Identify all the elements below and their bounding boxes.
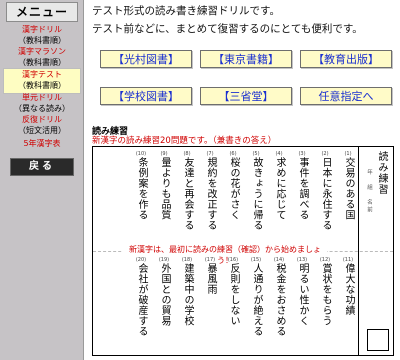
menu-item-label: 反復ドリル	[22, 115, 62, 124]
menu-item-kanji-test[interactable]: 漢字テスト （教科書順）	[3, 68, 81, 94]
menu-item-sublabel: （短文活用）	[18, 126, 66, 135]
question-item: (7) 規約を改正する	[203, 151, 217, 231]
question-text: 規約を改正する	[205, 157, 216, 231]
question-item: (6) 桜の花がさく	[226, 151, 240, 220]
question-item: (8) 友達と再会する	[180, 151, 194, 231]
question-item: (18) 建築中の学校	[180, 257, 194, 326]
question-item: (11) 偉大な功績	[341, 257, 355, 316]
question-item: (20) 会社が破産する	[134, 257, 148, 337]
menu-item-label: 漢字テスト	[22, 70, 62, 79]
question-text: 量よりも品質	[159, 157, 170, 220]
question-text: 暴風雨	[205, 263, 216, 295]
question-text: 偉大な功績	[343, 263, 354, 316]
question-text: 桜の花がさく	[228, 157, 239, 220]
score-box	[367, 329, 389, 351]
question-text: 交易のある国	[343, 157, 354, 220]
publisher-gakko-tosho-button[interactable]: 【学校図書】	[100, 87, 192, 105]
worksheet-title: 読み練習	[376, 151, 387, 195]
question-item: (10) 条例案を作る	[134, 151, 148, 220]
question-item: (2) 日本に永住する	[318, 151, 332, 231]
question-item: (1) 交易のある国	[341, 151, 355, 220]
section-subtitle: 新漢字の読み練習20問題です。（兼書きの答え）	[92, 136, 277, 146]
question-text: 賞状をもらう	[320, 263, 331, 326]
question-item: (17) 暴風雨	[203, 257, 217, 295]
question-text: 故きょうに帰る	[251, 157, 262, 231]
menu-item-sublabel: （教科書順）	[18, 58, 66, 67]
menu-item-label: 単元ドリル	[22, 93, 62, 102]
question-text: 求めに応じて	[274, 157, 285, 220]
intro-line-1: テスト形式の読み書き練習ドリルです。	[92, 5, 280, 17]
question-text: 外国との貿易	[159, 263, 170, 326]
question-text: 反則をしない	[228, 263, 239, 326]
question-item: (3) 事件を調べる	[295, 151, 309, 220]
question-text: 日本に永住する	[320, 157, 331, 231]
publisher-kyoiku-shuppan-button[interactable]: 【教育出版】	[300, 50, 392, 68]
question-item: (12) 賞状をもらう	[318, 257, 332, 326]
menu-item-sublabel: （教科書順）	[18, 81, 66, 90]
worksheet-preview[interactable]: 読み練習 年 組 名前 (1) 交易のある国 (2) 日本に永住する (3) 事件を調…	[92, 146, 394, 356]
menu-item-grade5-kanji-table[interactable]: 5年漢字表	[3, 138, 81, 152]
question-text: 建築中の学校	[182, 263, 193, 326]
question-item: (16) 反則をしない	[226, 257, 240, 326]
menu-item-sublabel: （異なる読み）	[14, 104, 70, 113]
worksheet-name-field: 年 組 名前	[366, 169, 372, 214]
intro-line-2: テスト前などに、まとめて復習するのにとても便利です。	[92, 23, 363, 35]
menu-item-repeat-drill[interactable]: 反復ドリル （短文活用）	[3, 114, 81, 140]
question-text: 税金をおさめる	[274, 263, 285, 337]
question-text: 人通りが絶える	[251, 263, 262, 337]
menu-item-label: 漢字ドリル	[22, 25, 62, 34]
question-item: (4) 求めに応じて	[272, 151, 286, 220]
question-text: 友達と再会する	[182, 157, 193, 231]
question-text: 条例案を作る	[136, 157, 147, 220]
question-item: (13) 明るい性かく	[295, 257, 309, 326]
publisher-mitsumura-button[interactable]: 【光村図書】	[100, 50, 192, 68]
question-item: (5) 故きょうに帰る	[249, 151, 263, 231]
back-button[interactable]: 戻る	[10, 158, 74, 176]
menu-title: メニュー	[6, 2, 78, 22]
question-text: 事件を調べる	[297, 157, 308, 220]
publisher-sanseido-button[interactable]: 【三省堂】	[200, 87, 292, 105]
menu-item-label: 5年漢字表	[23, 139, 61, 148]
question-item: (14) 税金をおさめる	[272, 257, 286, 337]
menu-item-sublabel: （教科書順）	[18, 36, 66, 45]
menu-item-label: 漢字マラソン	[18, 47, 66, 56]
sidebar-menu: メニュー 漢字ドリル （教科書順） 漢字マラソン （教科書順） 漢字テスト （教…	[0, 0, 84, 360]
question-item: (15) 人通りが絶える	[249, 257, 263, 337]
custom-select-button[interactable]: 任意指定へ	[300, 87, 392, 105]
question-item: (19) 外国との貿易	[157, 257, 171, 326]
question-text: 会社が破産する	[136, 263, 147, 337]
question-item: (9) 量よりも品質	[157, 151, 171, 220]
question-text: 明るい性かく	[297, 263, 308, 326]
publisher-tokyo-shoseki-button[interactable]: 【東京書籍】	[200, 50, 292, 68]
